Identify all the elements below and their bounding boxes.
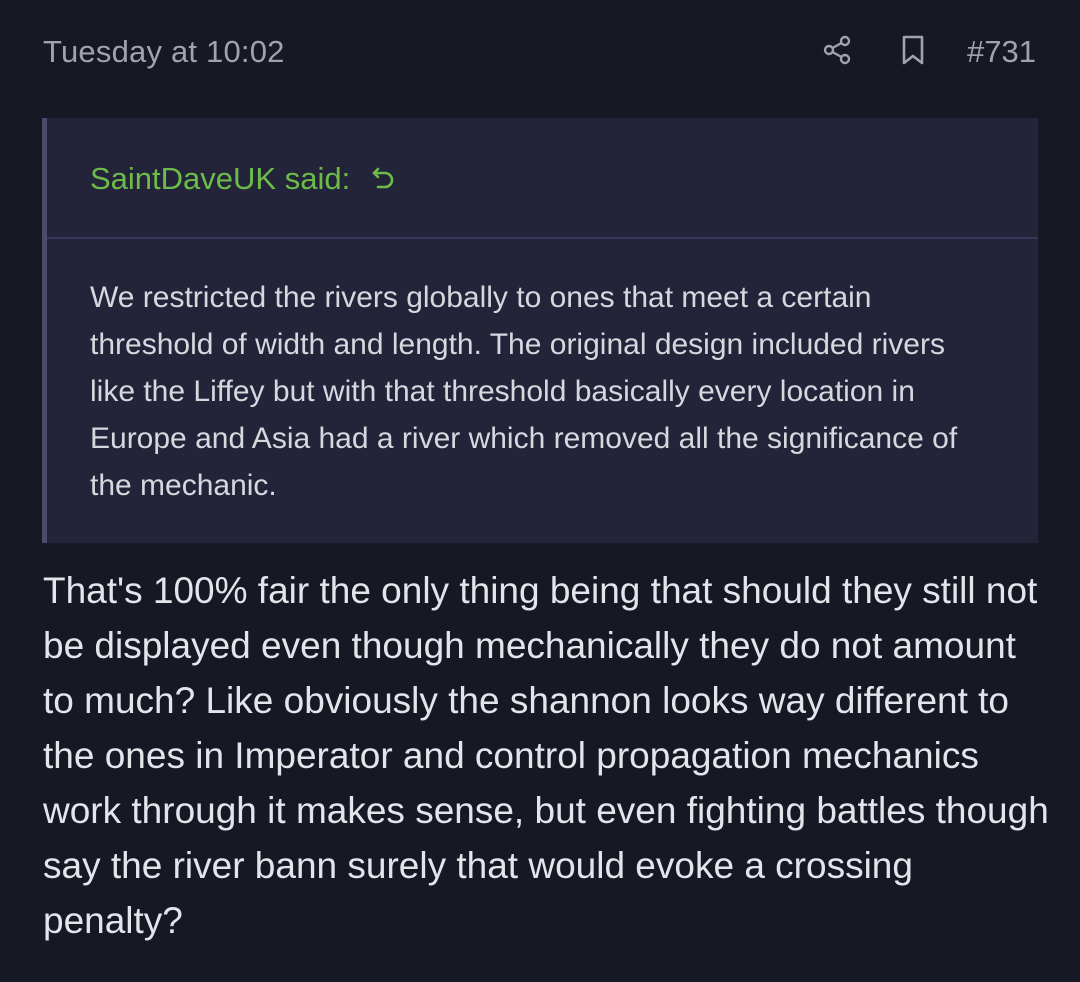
share-button[interactable] [813, 28, 861, 76]
quote-block: SaintDaveUK said: We restricted the rive… [42, 118, 1038, 543]
post-header: Tuesday at 10:02 #731 [43, 28, 1036, 76]
post-date[interactable]: Tuesday at 10:02 [43, 34, 285, 70]
share-icon [821, 34, 853, 71]
quote-author-link[interactable]: SaintDaveUK said: [90, 161, 350, 197]
forum-post: Tuesday at 10:02 #731 SaintDaveUK said: … [0, 0, 1080, 982]
quote-text: We restricted the rivers globally to one… [90, 281, 958, 502]
post-number-link[interactable]: #731 [967, 34, 1036, 70]
post-body-text: That's 100% fair the only thing being th… [43, 570, 1049, 941]
bookmark-button[interactable] [889, 28, 937, 76]
quote-header: SaintDaveUK said: [47, 118, 1038, 239]
bookmark-icon [899, 34, 927, 71]
undo-arrow-icon[interactable] [368, 163, 398, 193]
post-actions: #731 [813, 28, 1036, 76]
